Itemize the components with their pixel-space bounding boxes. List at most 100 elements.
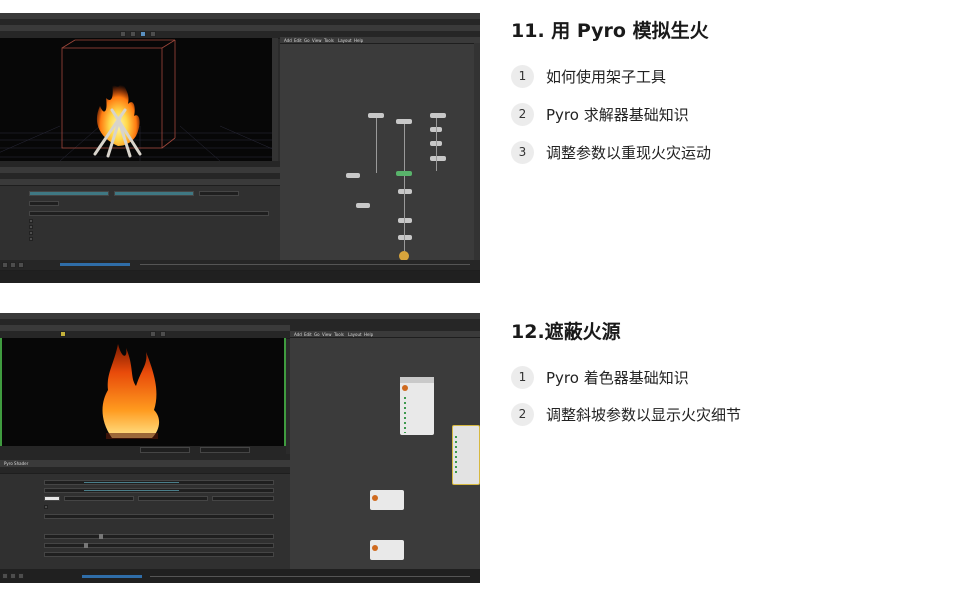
shader-parameter-pane[interactable]: Pyro Shader xyxy=(0,454,290,569)
menu-view[interactable]: View xyxy=(312,38,322,43)
menu-view[interactable]: View xyxy=(322,332,332,337)
checkbox[interactable] xyxy=(44,505,48,509)
section-title: 12.遮蔽火源 xyxy=(511,321,621,343)
render-view[interactable] xyxy=(0,338,286,446)
menu-go[interactable]: Go xyxy=(304,38,310,43)
network-tool-strip[interactable] xyxy=(474,43,480,273)
render-button[interactable] xyxy=(60,331,66,337)
play-button[interactable] xyxy=(10,573,16,579)
parameter-pane[interactable] xyxy=(0,161,280,273)
param-field[interactable] xyxy=(114,191,194,196)
network-node[interactable] xyxy=(346,173,360,178)
menu-add[interactable]: Add xyxy=(284,38,292,43)
param-field[interactable] xyxy=(29,201,59,206)
param-row[interactable] xyxy=(4,191,274,196)
toolbar-button[interactable] xyxy=(130,31,136,37)
3d-viewport[interactable] xyxy=(0,38,272,161)
menu-edit[interactable]: Edit xyxy=(304,332,312,337)
param-slider-handle[interactable] xyxy=(99,534,103,539)
network-node[interactable] xyxy=(356,203,370,208)
toolbar-button[interactable] xyxy=(140,31,146,37)
param-slider[interactable] xyxy=(84,490,179,491)
network-node[interactable] xyxy=(430,156,446,161)
param-slider[interactable] xyxy=(84,482,179,483)
menu-tools[interactable]: Tools xyxy=(334,332,344,337)
toolbar-button[interactable] xyxy=(160,331,166,337)
param-row[interactable] xyxy=(4,211,274,216)
item-text: 调整斜坡参数以显示火灾细节 xyxy=(546,405,742,424)
list-item: 3 调整参数以重现火灾运动 xyxy=(511,140,711,164)
vop-node-pyroshader[interactable] xyxy=(400,377,434,435)
param-checkbox-row[interactable] xyxy=(4,225,104,230)
menu-edit[interactable]: Edit xyxy=(294,38,302,43)
menu-layout[interactable]: Layout xyxy=(338,38,352,43)
vop-node[interactable] xyxy=(370,490,404,510)
network-node[interactable] xyxy=(398,218,412,223)
param-checkbox-row[interactable] xyxy=(4,237,104,242)
param-field[interactable] xyxy=(44,534,274,539)
param-field[interactable] xyxy=(44,514,274,519)
menu-add[interactable]: Add xyxy=(294,332,302,337)
param-field[interactable] xyxy=(44,543,274,548)
color-swatch[interactable] xyxy=(44,496,60,501)
param-field[interactable] xyxy=(138,496,208,501)
toolbar-button[interactable] xyxy=(150,331,156,337)
param-field[interactable] xyxy=(212,496,274,501)
lesson-list-11: 1 如何使用架子工具 2 Pyro 求解器基础知识 3 调整参数以重现火灾运动 xyxy=(511,64,811,174)
param-row[interactable] xyxy=(4,534,284,539)
render-setting-field[interactable] xyxy=(200,447,250,453)
network-editor[interactable]: Add Edit Go View Tools Layout Help xyxy=(280,31,480,273)
param-field[interactable] xyxy=(199,191,239,196)
param-slider-handle[interactable] xyxy=(84,543,88,548)
node-connection xyxy=(404,176,405,251)
menu-layout[interactable]: Layout xyxy=(348,332,362,337)
param-row[interactable] xyxy=(4,543,284,548)
timeline-cached-range xyxy=(60,263,130,266)
list-item: 2 Pyro 求解器基础知识 xyxy=(511,102,689,126)
menu-help[interactable]: Help xyxy=(364,332,373,337)
checkbox[interactable] xyxy=(29,219,33,223)
toolbar-button[interactable] xyxy=(150,31,156,37)
param-row[interactable] xyxy=(4,552,284,557)
vop-node[interactable] xyxy=(370,540,404,560)
vop-node-icon xyxy=(372,495,378,501)
checkbox[interactable] xyxy=(29,237,33,241)
param-row[interactable] xyxy=(4,488,284,493)
param-field[interactable] xyxy=(44,552,274,557)
param-row[interactable] xyxy=(4,514,284,519)
checkbox[interactable] xyxy=(29,231,33,235)
param-checkbox-row[interactable] xyxy=(4,231,104,236)
timeline-ruler[interactable] xyxy=(150,576,470,577)
menu-go[interactable]: Go xyxy=(314,332,320,337)
param-row[interactable] xyxy=(4,201,274,206)
param-field[interactable] xyxy=(29,191,109,196)
playbar[interactable] xyxy=(0,260,480,283)
param-row[interactable] xyxy=(4,480,284,485)
playbar[interactable] xyxy=(0,569,480,583)
item-number-badge: 2 xyxy=(511,102,534,126)
play-button[interactable] xyxy=(10,262,16,268)
vop-node-output[interactable] xyxy=(452,425,480,485)
network-node[interactable] xyxy=(398,189,412,194)
timeline-ruler[interactable] xyxy=(140,264,470,265)
toolbar-button[interactable] xyxy=(120,31,126,37)
param-expression-field[interactable] xyxy=(29,211,269,216)
play-back-button[interactable] xyxy=(2,573,8,579)
menu-help[interactable]: Help xyxy=(354,38,363,43)
checkbox[interactable] xyxy=(29,225,33,229)
render-setting-field[interactable] xyxy=(140,447,190,453)
vop-network-editor[interactable]: Add Edit Go View Tools Layout Help xyxy=(290,325,480,570)
param-checkbox-row[interactable] xyxy=(4,219,104,224)
stop-button[interactable] xyxy=(18,573,24,579)
list-item: 1 Pyro 着色器基础知识 xyxy=(511,365,689,389)
play-back-button[interactable] xyxy=(2,262,8,268)
menu-tools[interactable]: Tools xyxy=(324,38,334,43)
param-field[interactable] xyxy=(64,496,134,501)
stop-button[interactable] xyxy=(18,262,24,268)
network-node[interactable] xyxy=(398,235,412,240)
item-number-badge: 1 xyxy=(511,64,534,88)
param-checkbox-row[interactable] xyxy=(4,505,104,510)
param-color-row[interactable] xyxy=(4,496,284,501)
network-node[interactable] xyxy=(430,113,446,118)
viewport-tool-strip[interactable] xyxy=(272,38,278,161)
